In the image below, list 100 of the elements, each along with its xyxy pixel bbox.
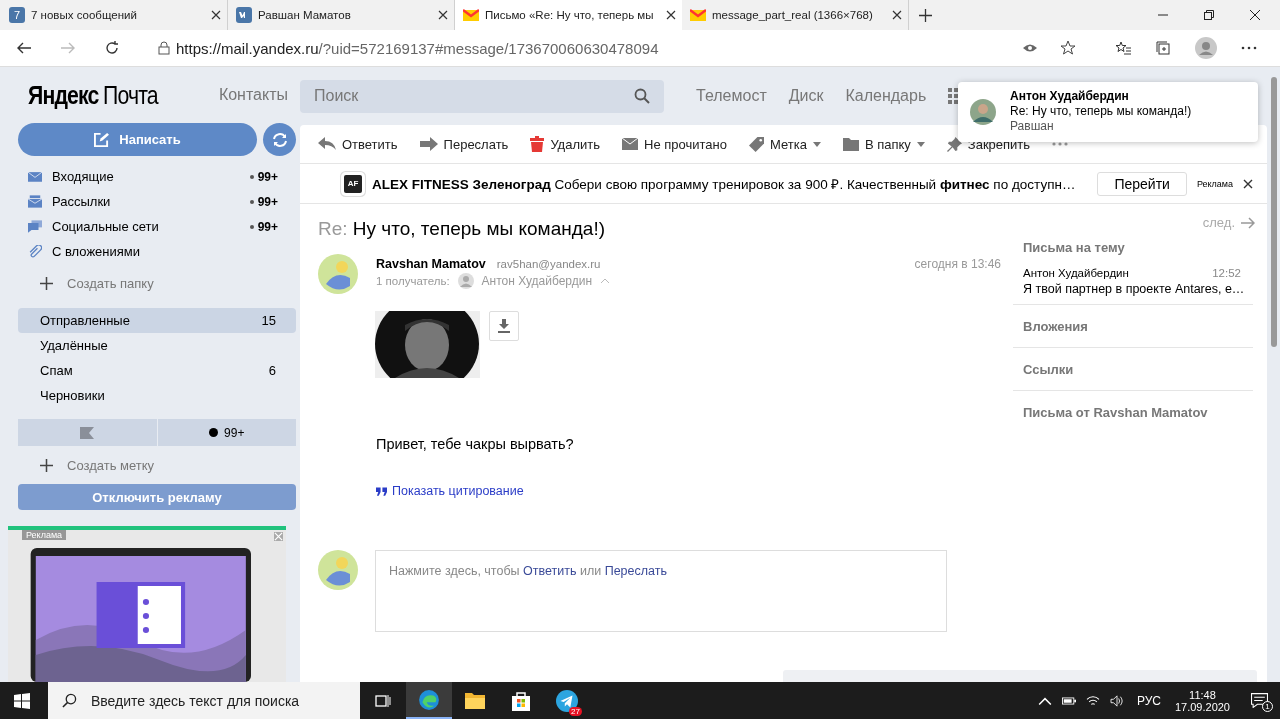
wifi-icon[interactable] <box>1085 694 1100 707</box>
go-button[interactable]: Перейти <box>1097 171 1187 196</box>
envelope-stack-icon <box>28 195 42 208</box>
reply-arrow-icon <box>318 137 336 151</box>
clock[interactable]: 11:48 17.09.2020 <box>1174 688 1230 713</box>
toolbar-button[interactable]: Метка <box>748 136 821 152</box>
folder-item[interactable]: Спам 6 <box>18 358 296 383</box>
notification-subject: Re: Ну что, теперь мы команда!) <box>1010 104 1192 118</box>
envelope-icon <box>622 138 638 150</box>
notification-text: Равшан <box>1010 119 1055 133</box>
folder-item[interactable]: С вложениями <box>18 239 296 264</box>
folder-item[interactable]: Входящие 99+ <box>18 164 296 189</box>
close-icon[interactable] <box>438 10 448 20</box>
logo-text[interactable]: Яндекс <box>28 80 99 110</box>
unread-filter-button[interactable]: 99+ <box>157 419 296 446</box>
flag-icon <box>80 426 95 439</box>
profile-icon[interactable] <box>1195 37 1217 59</box>
folder-item[interactable]: Социальные сети 99+ <box>18 214 296 239</box>
message-icon <box>1250 693 1268 708</box>
thread-message[interactable]: Антон Худайбердин 12:52 Я твой партнер в проекте Antares, е… <box>1013 262 1253 304</box>
tag-icon <box>748 136 764 152</box>
refresh-icon <box>271 131 288 148</box>
toolbar-button[interactable]: Не прочитано <box>622 136 727 152</box>
battery-icon[interactable] <box>1061 694 1076 707</box>
avatar <box>318 254 358 294</box>
language-indicator[interactable]: РУС <box>1136 693 1161 708</box>
reply-link[interactable]: Ответить <box>523 564 577 578</box>
section-title[interactable]: Ссылки <box>1013 347 1253 390</box>
sender-email[interactable]: rav5han@yandex.ru <box>496 258 601 270</box>
caret-icon <box>916 141 925 147</box>
toolbar-button[interactable]: В папку <box>842 136 925 152</box>
dot-icon <box>249 199 254 204</box>
quick-reply-field[interactable]: Нажмите здесь, чтобы Ответить или Переслать <box>375 550 947 632</box>
forward-link[interactable]: Переслать <box>604 564 667 578</box>
search-icon <box>634 88 650 104</box>
create-label-link[interactable]: Создать метку <box>18 450 296 480</box>
show-quote-link[interactable]: Показать цитирование <box>376 484 1013 498</box>
arrow-right-icon <box>1241 216 1255 229</box>
speaker-icon[interactable] <box>1109 694 1124 707</box>
shopping-bag-icon <box>511 690 531 711</box>
folder-icon <box>842 137 859 151</box>
taskbar-app[interactable]: 27 <box>544 682 590 719</box>
sender-name[interactable]: Ravshan Mamatov <box>376 257 486 271</box>
star-icon[interactable] <box>1060 40 1076 56</box>
search-icon <box>62 693 77 708</box>
vk-icon <box>236 7 252 23</box>
folder-item[interactable]: Черновики <box>18 383 296 408</box>
folder-item[interactable]: Рассылки 99+ <box>18 189 296 214</box>
windows-start-icon[interactable] <box>14 692 30 709</box>
contacts-link[interactable]: Контакты <box>218 86 288 104</box>
paperclip-icon <box>28 245 42 258</box>
collections-icon[interactable] <box>1155 40 1171 56</box>
dot-icon <box>249 224 254 229</box>
toolbar-button[interactable]: Ответить <box>318 136 398 152</box>
restore-icon[interactable] <box>1204 10 1214 20</box>
close-icon[interactable] <box>892 10 902 20</box>
new-tab-icon[interactable] <box>919 8 932 22</box>
section-title[interactable]: Вложения <box>1013 304 1253 347</box>
compose-button[interactable]: Написать <box>18 123 257 156</box>
close-icon[interactable] <box>1250 10 1260 20</box>
download-button[interactable] <box>489 311 519 341</box>
section-title[interactable]: Письма на тему <box>1013 240 1253 262</box>
dot-icon <box>249 174 254 179</box>
trash-icon <box>530 136 545 152</box>
caret-icon <box>812 141 821 147</box>
section-title[interactable]: Письма от Ravshan Mamatov <box>1013 390 1253 433</box>
logo-text[interactable]: Почта <box>102 80 158 110</box>
ad-text[interactable]: ALEX FITNESS Зеленоград Собери свою программу тренировок за 900 ₽. Качественный фитнес по доступн… <box>372 174 1088 193</box>
chat-icon <box>28 220 42 233</box>
avatar <box>318 550 358 590</box>
service-link[interactable]: Телемост <box>696 87 767 105</box>
notification-toast[interactable]: Антон Худайбердин Re: Ну что, теперь мы команда!) Равшан <box>958 82 1258 142</box>
browser-tab[interactable]: Письмо «Re: Ну что, теперь мы <box>455 0 682 30</box>
refresh-button[interactable] <box>263 123 296 156</box>
service-link[interactable]: Календарь <box>845 87 927 105</box>
close-icon[interactable] <box>211 10 221 20</box>
plus-icon <box>40 276 53 290</box>
address-field[interactable]: https://mail.yandex.ru/?uid=572169137#message/173670060630478094 <box>148 33 1086 63</box>
quote-icon <box>376 486 387 496</box>
unread-count: 99+ <box>257 169 278 184</box>
back-icon[interactable] <box>16 40 32 56</box>
pin-icon <box>946 136 962 152</box>
folder-item[interactable]: Отправленные 15 <box>18 308 296 333</box>
favorites-icon[interactable] <box>1115 40 1131 56</box>
folder-item[interactable]: Удалённые <box>18 333 296 358</box>
create-folder-link[interactable]: Создать папку <box>18 268 296 298</box>
forward-arrow-icon <box>419 137 438 151</box>
message-subject: Re: Ну что, теперь мы команда!) <box>318 218 605 240</box>
service-link[interactable]: Диск <box>788 87 824 105</box>
reply-prompt: Нажмите здесь, чтобы Ответить или Переслать <box>389 564 667 578</box>
toolbar-button[interactable]: Удалить <box>530 136 600 152</box>
close-icon[interactable] <box>1243 178 1253 189</box>
unread-count: 99+ <box>257 194 278 209</box>
refresh-icon[interactable] <box>104 40 120 56</box>
browser-icon <box>418 688 440 711</box>
envelope-icon <box>690 7 706 23</box>
taskbar-search-field[interactable]: Введите здесь текст для поиска <box>48 682 360 719</box>
envelope-icon <box>28 170 42 183</box>
close-icon[interactable] <box>666 10 676 20</box>
toolbar-button[interactable]: Переслать <box>419 136 509 152</box>
